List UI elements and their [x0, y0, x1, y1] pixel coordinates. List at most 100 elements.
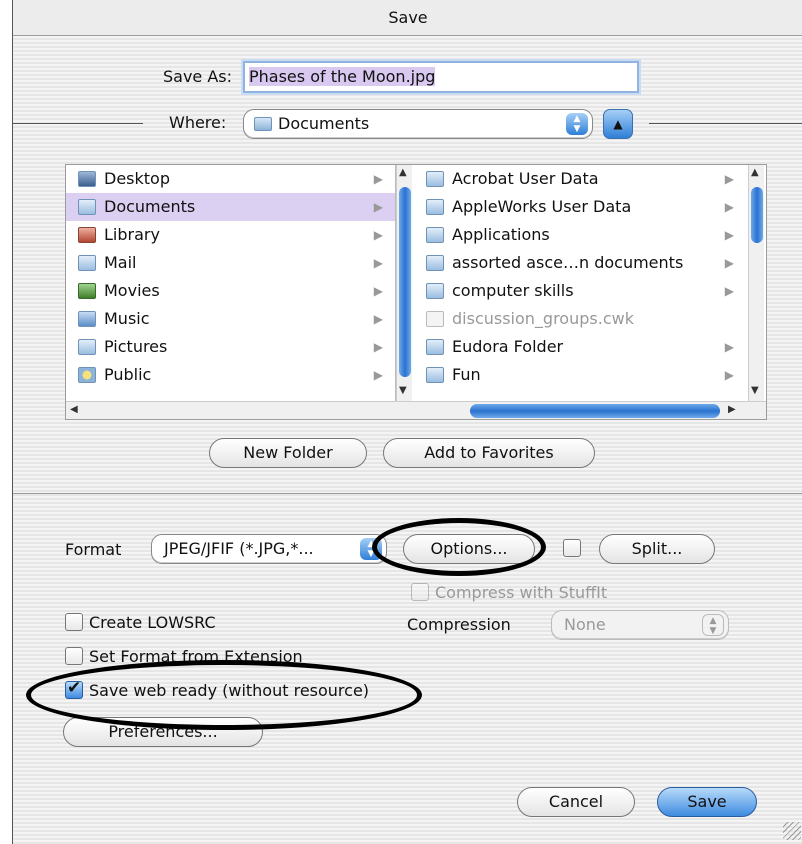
folder-icon: [426, 283, 444, 299]
compress-stuffit-label: Compress with StuffIt: [435, 583, 608, 602]
list-item-label: Documents: [104, 197, 196, 216]
divider-right: [649, 123, 802, 124]
list-item-label: Fun: [452, 365, 481, 384]
browser-column-2: Acrobat User Data ▶ AppleWorks User Data ▶…: [414, 165, 746, 401]
chevron-right-icon: ▶: [724, 172, 734, 186]
add-to-favorites-button[interactable]: Add to Favorites: [383, 438, 595, 468]
compression-popup: None ▲ ▼: [551, 610, 729, 640]
cancel-button[interactable]: Cancel: [517, 787, 635, 817]
new-folder-button[interactable]: New Folder: [209, 438, 367, 468]
list-item[interactable]: Desktop ▶: [66, 165, 395, 193]
movies-icon: [78, 283, 96, 299]
chevron-right-icon: ▶: [373, 340, 383, 354]
where-popup[interactable]: Documents ▲ ▼: [243, 109, 593, 139]
resize-grip-icon[interactable]: [783, 822, 801, 840]
folder-icon: [78, 199, 96, 215]
list-item-label: Applications: [452, 225, 550, 244]
scroll-thumb[interactable]: [399, 187, 411, 377]
chevron-right-icon: ▶: [724, 228, 734, 242]
list-item[interactable]: AppleWorks User Data ▶: [414, 193, 746, 221]
list-item[interactable]: Movies ▶: [66, 277, 395, 305]
checkbox-icon: [563, 539, 581, 557]
compression-stepper-icon: ▲ ▼: [702, 614, 724, 636]
window-title: Save: [13, 0, 802, 36]
split-button[interactable]: Split...: [599, 534, 715, 564]
expand-disclosure-button[interactable]: ▲: [603, 109, 633, 139]
list-item[interactable]: Acrobat User Data ▶: [414, 165, 746, 193]
list-item[interactable]: Eudora Folder ▶: [414, 333, 746, 361]
column-1-scrollbar[interactable]: ▲ ▼: [396, 165, 412, 401]
horizontal-scroll-thumb[interactable]: [470, 404, 720, 418]
chevron-right-icon: ▶: [373, 368, 383, 382]
chevron-right-icon: ▶: [373, 256, 383, 270]
list-item[interactable]: Library ▶: [66, 221, 395, 249]
create-lowsrc-checkbox[interactable]: Create LOWSRC: [65, 613, 216, 632]
scroll-down-icon: ▼: [751, 385, 759, 396]
options-button[interactable]: Options...: [403, 534, 535, 564]
chevron-right-icon: ▶: [724, 284, 734, 298]
divider-left: [13, 123, 143, 124]
list-item-label: discussion_groups.cwk: [452, 309, 634, 328]
file-browser: Desktop ▶ Documents ▶ Library ▶ Mail ▶ Movie…: [65, 164, 767, 420]
triangle-up-icon: ▲: [613, 117, 623, 131]
scroll-thumb[interactable]: [751, 187, 763, 243]
format-value: JPEG/JFIF (*.JPG,*...: [164, 539, 314, 558]
folder-icon: [78, 339, 96, 355]
browser-column-1: Desktop ▶ Documents ▶ Library ▶ Mail ▶ Movie…: [66, 165, 396, 401]
list-item[interactable]: Mail ▶: [66, 249, 395, 277]
list-item[interactable]: assorted asce…n documents ▶: [414, 249, 746, 277]
format-stepper-icon: ▲ ▼: [360, 538, 382, 560]
list-item[interactable]: computer skills ▶: [414, 277, 746, 305]
folder-icon: [426, 367, 444, 383]
folder-icon: [78, 255, 96, 271]
list-item[interactable]: Music ▶: [66, 305, 395, 333]
compression-value: None: [564, 615, 606, 634]
chevron-right-icon: ▶: [373, 228, 383, 242]
music-icon: [78, 311, 96, 327]
save-as-input[interactable]: Phases of the Moon.jpg: [243, 61, 639, 93]
where-stepper-icon: ▲ ▼: [566, 113, 588, 135]
list-item-label: Eudora Folder: [452, 337, 564, 356]
scroll-down-icon: ▼: [399, 385, 407, 396]
chevron-right-icon: ▶: [724, 368, 734, 382]
section-divider: [13, 493, 802, 494]
checkbox-icon: [65, 647, 83, 665]
list-item[interactable]: Pictures ▶: [66, 333, 395, 361]
chevron-right-icon: ▶: [373, 312, 383, 326]
folder-icon: [426, 199, 444, 215]
folder-icon: [426, 227, 444, 243]
split-checkbox[interactable]: [563, 539, 587, 558]
list-item: discussion_groups.cwk: [414, 305, 746, 333]
checkbox-icon: [411, 583, 429, 601]
chevron-right-icon: ▶: [724, 200, 734, 214]
list-item[interactable]: Fun ▶: [414, 361, 746, 389]
folder-icon: [426, 255, 444, 271]
documents-folder-icon: [254, 117, 272, 131]
format-popup[interactable]: JPEG/JFIF (*.JPG,*... ▲ ▼: [151, 534, 387, 564]
chevron-right-icon: ▶: [373, 172, 383, 186]
list-item-label: Library: [104, 225, 160, 244]
format-label: Format: [65, 540, 122, 559]
library-icon: [78, 227, 96, 243]
list-item[interactable]: Public ▶: [66, 361, 395, 389]
preferences-button[interactable]: Preferences...: [63, 717, 263, 747]
save-button[interactable]: Save: [657, 787, 757, 817]
scroll-left-icon: ◀: [70, 404, 78, 415]
list-item[interactable]: Documents ▶: [66, 193, 395, 221]
scroll-right-icon: ▶: [728, 404, 736, 415]
save-as-label: Save As:: [163, 67, 233, 86]
public-icon: [78, 367, 96, 383]
create-lowsrc-label: Create LOWSRC: [89, 613, 216, 632]
save-web-ready-checkbox[interactable]: Save web ready (without resource): [65, 678, 369, 700]
set-format-checkbox[interactable]: Set Format from Extension: [65, 647, 303, 666]
list-item-label: computer skills: [452, 281, 574, 300]
column-2-scrollbar[interactable]: ▲ ▼: [748, 165, 764, 401]
list-item-label: Public: [104, 365, 152, 384]
horizontal-scrollbar[interactable]: ◀ ▶: [66, 401, 766, 419]
document-icon: [426, 311, 444, 327]
chevron-right-icon: ▶: [373, 200, 383, 214]
list-item-label: assorted asce…n documents: [452, 253, 684, 272]
where-label: Where:: [169, 113, 227, 132]
list-item[interactable]: Applications ▶: [414, 221, 746, 249]
list-item-label: Movies: [104, 281, 160, 300]
